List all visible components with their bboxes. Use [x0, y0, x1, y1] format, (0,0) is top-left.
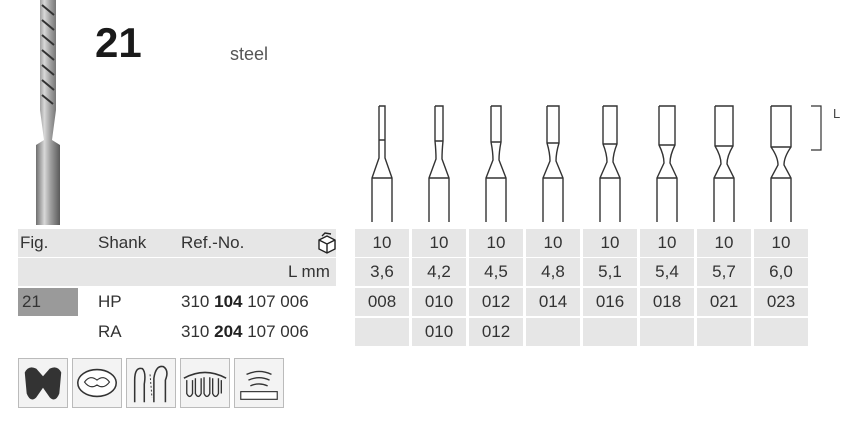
- package-qty-3: 10: [469, 229, 523, 257]
- header-row: Fig. Shank Ref.-No. 10 10 10 10 10 10 10 10: [18, 229, 808, 257]
- package-qty-4: 10: [526, 229, 580, 257]
- header-shank: Shank: [98, 233, 147, 252]
- table-row: RA 310 204 107 006 010 012: [18, 318, 808, 346]
- size-hp-7: 021: [697, 288, 751, 316]
- bur-profile-8: [770, 105, 792, 222]
- package-qty-6: 10: [640, 229, 694, 257]
- bur-profile-1: [371, 105, 393, 222]
- length-value-3: 4,5: [469, 258, 523, 286]
- length-value-4: 4,8: [526, 258, 580, 286]
- bur-profile-6: [656, 105, 678, 222]
- size-ra-5: [583, 318, 637, 346]
- length-row: L mm 3,6 4,2 4,5 4,8 5,1 5,4 5,7 6,0: [18, 258, 808, 286]
- size-ra-1: [355, 318, 409, 346]
- bur-profiles: [371, 105, 822, 222]
- length-value-7: 5,7: [697, 258, 751, 286]
- occlusal-preparation-icon: [72, 358, 122, 408]
- size-ra-2: 010: [412, 318, 466, 346]
- package-qty-7: 10: [697, 229, 751, 257]
- length-value-2: 4,2: [412, 258, 466, 286]
- bur-profile-4: [542, 105, 564, 222]
- header-fig: Fig.: [20, 233, 49, 252]
- ref-prefix: 310: [181, 322, 210, 341]
- length-label: L mm: [288, 262, 330, 281]
- size-hp-2: 010: [412, 288, 466, 316]
- size-ra-6: [640, 318, 694, 346]
- fig-cell: 21: [18, 288, 78, 316]
- size-ra-4: [526, 318, 580, 346]
- bur-profile-3: [485, 105, 507, 222]
- size-hp-4: 014: [526, 288, 580, 316]
- package-qty-1: 10: [355, 229, 409, 257]
- bur-profile-5: [599, 105, 621, 222]
- bur-profile-7: [713, 105, 735, 222]
- size-hp-8: 023: [754, 288, 808, 316]
- ref-suffix: 107 006: [247, 292, 309, 311]
- header-ref: Ref.-No.: [181, 233, 245, 252]
- size-hp-6: 018: [640, 288, 694, 316]
- bur-profile-2: [428, 105, 450, 222]
- ref-number: 310 204 107 006: [181, 318, 309, 346]
- ref-suffix: 107 006: [247, 322, 309, 341]
- bur-photo: [36, 0, 60, 225]
- crown-margin-icon: [234, 358, 284, 408]
- ref-number: 310 104 107 006: [181, 288, 309, 316]
- shank-cell: RA: [98, 322, 122, 341]
- length-value-1: 3,6: [355, 258, 409, 286]
- size-hp-3: 012: [469, 288, 523, 316]
- material-label: steel: [230, 44, 269, 64]
- tooth-profile-icon: [126, 358, 176, 408]
- size-ra-7: [697, 318, 751, 346]
- length-value-5: 5,1: [583, 258, 637, 286]
- size-hp-5: 016: [583, 288, 637, 316]
- ref-bold: 204: [214, 322, 243, 341]
- ref-prefix: 310: [181, 292, 210, 311]
- shank-cell: HP: [98, 292, 122, 311]
- size-hp-1: 008: [355, 288, 409, 316]
- length-marker: L: [833, 106, 841, 121]
- size-ra-3: 012: [469, 318, 523, 346]
- molar-cavity-icon: [18, 358, 68, 408]
- length-value-8: 6,0: [754, 258, 808, 286]
- table-row: 21 HP 310 104 107 006 008 010 012 014 016 018…: [18, 288, 808, 316]
- size-ra-8: [754, 318, 808, 346]
- ref-bold: 104: [214, 292, 243, 311]
- package-icon: [318, 232, 336, 254]
- figure-number: 21: [95, 19, 142, 66]
- dental-arch-icon: [180, 358, 230, 408]
- package-qty-2: 10: [412, 229, 466, 257]
- package-qty-5: 10: [583, 229, 637, 257]
- package-qty-8: 10: [754, 229, 808, 257]
- length-value-6: 5,4: [640, 258, 694, 286]
